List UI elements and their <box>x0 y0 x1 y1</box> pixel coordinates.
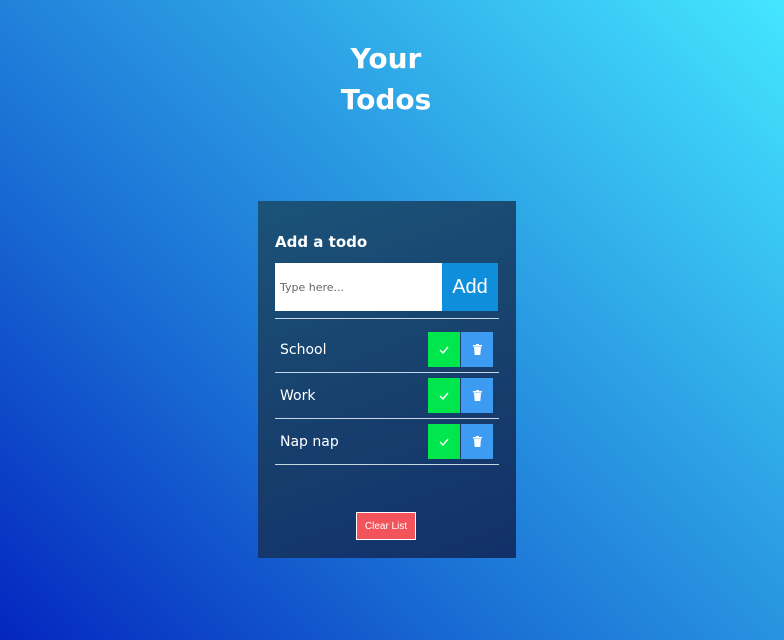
add-button[interactable]: Add <box>442 263 498 311</box>
complete-button[interactable] <box>428 332 460 367</box>
check-icon <box>439 392 449 400</box>
todo-item: Nap nap <box>275 419 499 465</box>
delete-button[interactable] <box>461 424 493 459</box>
complete-button[interactable] <box>428 424 460 459</box>
todo-label: School <box>280 342 327 358</box>
clear-list-button[interactable]: Clear List <box>356 512 416 540</box>
todo-label: Work <box>280 388 316 404</box>
page-title: Your Todos <box>0 38 772 120</box>
trash-icon <box>472 344 482 355</box>
delete-button[interactable] <box>461 378 493 413</box>
todo-list: School Work Nap nap <box>275 327 499 465</box>
todo-input[interactable] <box>275 263 442 311</box>
todo-item: School <box>275 327 499 373</box>
todo-card: Add a todo Add School <box>258 201 516 558</box>
page-title-line-1: Your <box>350 42 422 75</box>
divider <box>275 318 499 319</box>
todo-item: Work <box>275 373 499 419</box>
trash-icon <box>472 436 482 447</box>
trash-icon <box>472 390 482 401</box>
complete-button[interactable] <box>428 378 460 413</box>
todo-label: Nap nap <box>280 434 339 450</box>
page-title-line-2: Todos <box>340 83 432 116</box>
check-icon <box>439 346 449 354</box>
check-icon <box>439 438 449 446</box>
delete-button[interactable] <box>461 332 493 367</box>
add-todo-heading: Add a todo <box>275 233 368 251</box>
